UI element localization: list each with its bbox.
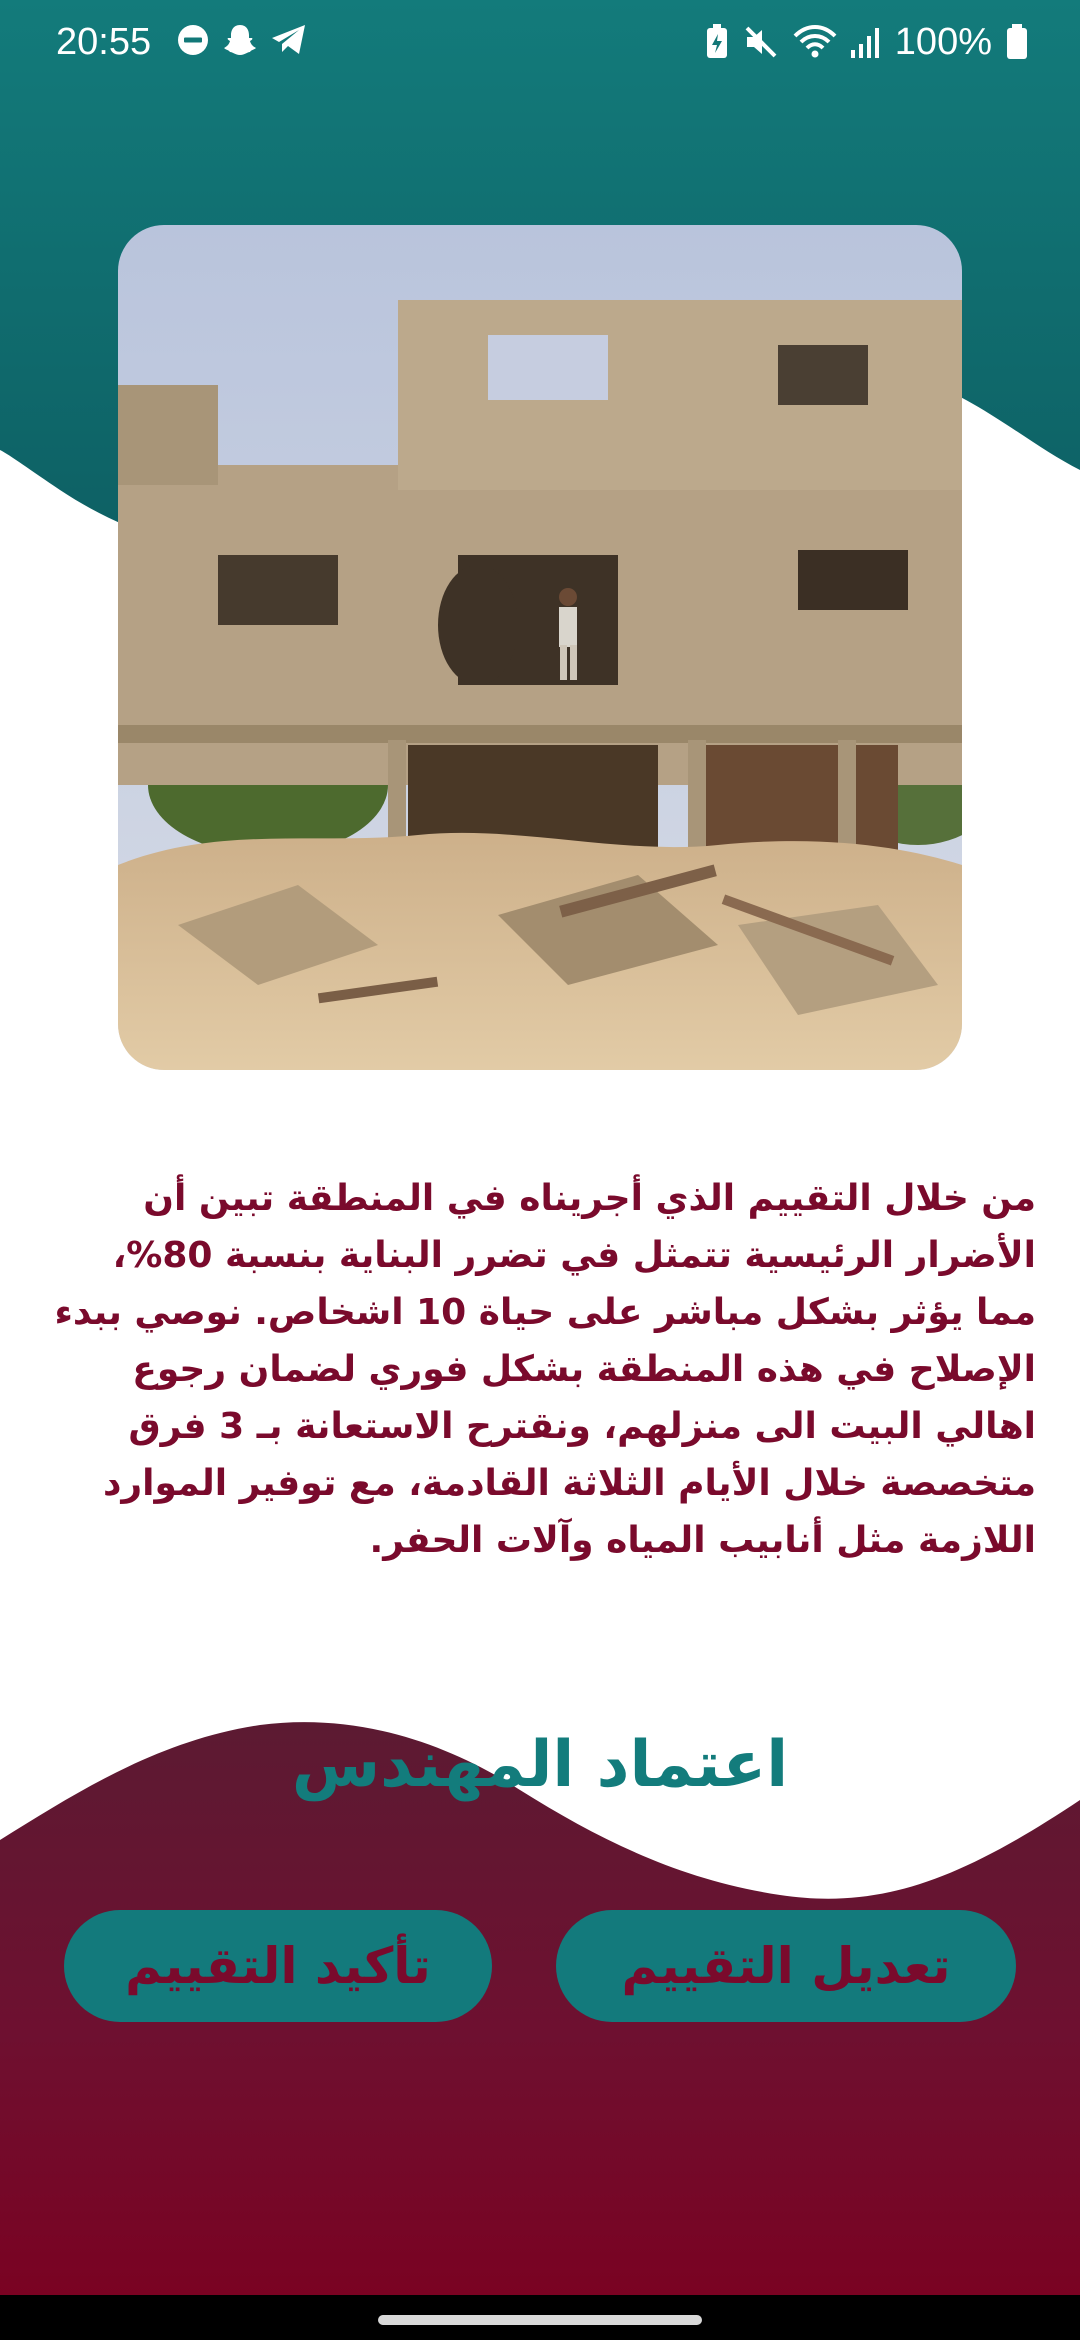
- assessment-screen: 20:55 100% من خلال التقييم الذي أجريناه …: [0, 0, 1080, 2340]
- damaged-building-photo: [118, 225, 962, 1070]
- snapchat-icon: [224, 25, 256, 55]
- mute-icon: [745, 26, 777, 58]
- do-not-disturb-icon: [178, 25, 208, 55]
- battery-percent: 100%: [894, 21, 992, 63]
- battery-icon: [1007, 24, 1027, 59]
- edit-assessment-button[interactable]: تعديل التقييم: [556, 1910, 1016, 2022]
- status-bar: 20:55 100%: [0, 0, 1080, 86]
- home-gesture-handle[interactable]: [378, 2315, 702, 2325]
- engineer-approval-title: اعتماد المهندس: [291, 1728, 789, 1802]
- telegram-icon: [272, 25, 305, 54]
- signal-icon: [850, 28, 879, 58]
- confirm-assessment-button[interactable]: تأكيد التقييم: [64, 1910, 492, 2022]
- status-time: 20:55: [56, 21, 152, 63]
- assessment-report-text: من خلال التقييم الذي أجريناه في المنطقة …: [54, 1178, 1036, 1561]
- wifi-icon: [793, 25, 837, 58]
- system-icons: 100%: [705, 20, 1028, 64]
- notification-icons: [176, 22, 308, 58]
- battery-saver-icon: [706, 24, 727, 58]
